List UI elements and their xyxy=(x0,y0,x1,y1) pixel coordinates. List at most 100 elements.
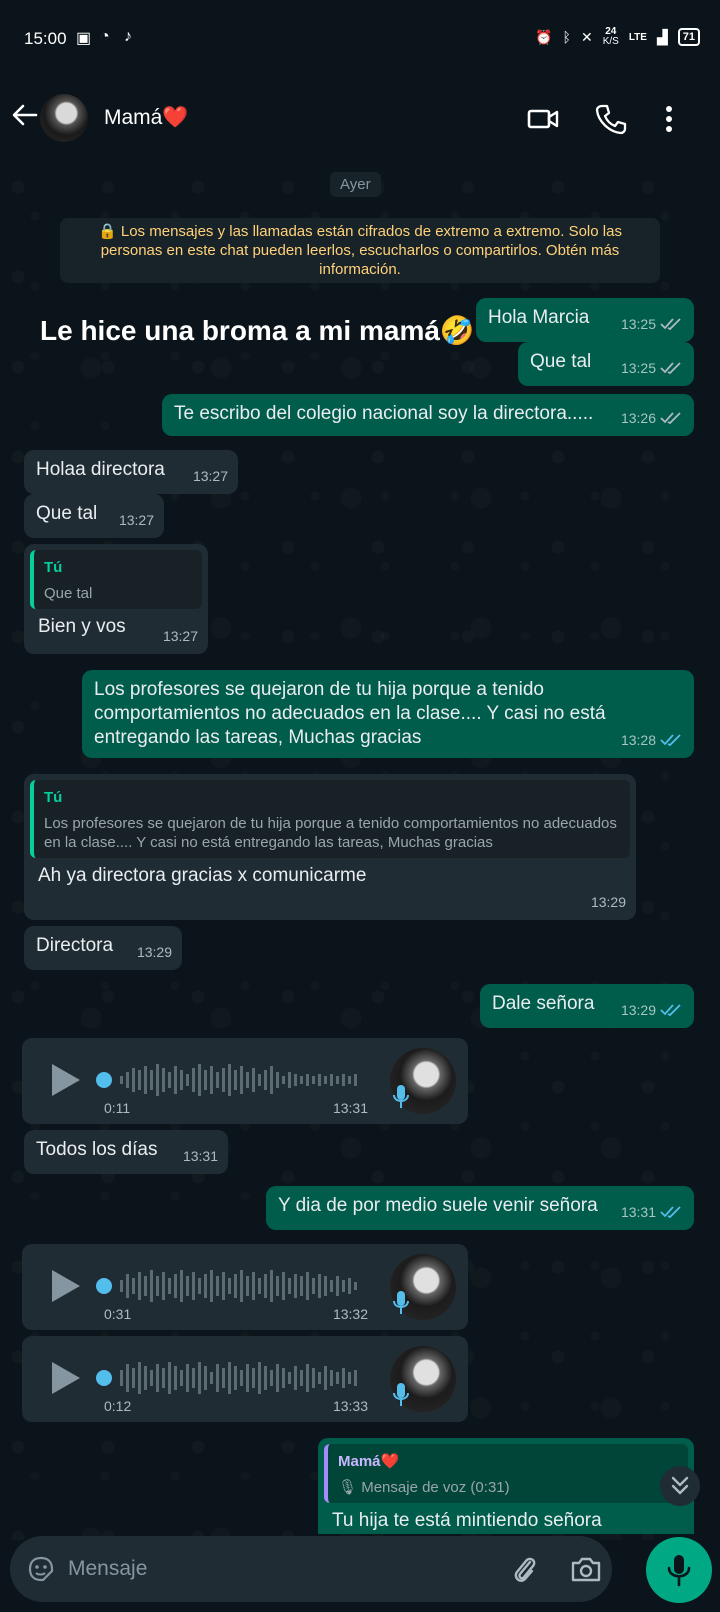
overlay-caption: Le hice una broma a mi mamá🤣 xyxy=(40,315,475,346)
message-composer: Mensaje xyxy=(10,1536,612,1602)
attach-icon[interactable] xyxy=(510,1554,540,1586)
status-time: 15:00 xyxy=(24,29,67,48)
read-ticks-icon xyxy=(660,318,681,331)
message-time: 13:33 xyxy=(332,1398,368,1414)
more-options-icon[interactable] xyxy=(652,102,686,136)
mute-icon: ✕ xyxy=(580,28,593,45)
quote-author: Tú xyxy=(44,559,63,576)
read-ticks-icon xyxy=(660,734,681,747)
video-call-icon[interactable] xyxy=(526,102,560,136)
sticker-icon[interactable] xyxy=(26,1554,56,1584)
voice-call-icon[interactable] xyxy=(594,102,628,136)
tiktok-notification-icon: ♪ xyxy=(124,28,132,45)
message-text: Bien y vos xyxy=(38,616,126,637)
message-time: 13:31 xyxy=(182,1148,218,1164)
message-incoming-reply[interactable]: Tú Los profesores se quejaron de tu hija… xyxy=(24,774,636,920)
chevrons-down-icon xyxy=(671,1476,689,1495)
read-ticks-icon xyxy=(660,412,681,425)
playback-position-handle[interactable] xyxy=(96,1072,112,1088)
quoted-message[interactable]: Mamá❤️ 🎙 Mensaje de voz (0:31) xyxy=(324,1444,688,1503)
whatsapp-notification-icon: ◔ xyxy=(100,28,110,45)
waveform[interactable] xyxy=(116,1358,364,1398)
date-chip: Ayer xyxy=(330,172,381,197)
message-incoming[interactable]: Holaa directora 13:27 xyxy=(24,450,238,494)
message-input[interactable]: Mensaje xyxy=(68,1557,147,1581)
quote-text: 🎙 Mensaje de voz (0:31) xyxy=(338,1479,510,1496)
message-time: 13:25 xyxy=(620,360,656,376)
message-text: Todos los días xyxy=(36,1139,158,1160)
waveform[interactable] xyxy=(116,1266,364,1306)
battery-icon: 71 xyxy=(677,28,700,46)
status-bar: 15:00 ▣ ◔ ♪ ⏰ ᛒ ✕ 24 K/S LTE ▟ 71 xyxy=(0,0,720,80)
bluetooth-icon: ᛒ xyxy=(562,29,571,45)
message-text: Tu hija te está mintiendo señora xyxy=(332,1510,602,1531)
message-outgoing[interactable]: Que tal 13:25 xyxy=(518,342,694,386)
chat-header: Mamá❤️ xyxy=(0,80,720,158)
message-outgoing[interactable]: Los profesores se quejaron de tu hija po… xyxy=(82,670,694,758)
playback-position-handle[interactable] xyxy=(96,1370,112,1386)
message-text: Te escribo del colegio nacional soy la d… xyxy=(174,403,594,424)
quoted-message[interactable]: Tú Que tal xyxy=(30,550,202,609)
quote-author: Tú xyxy=(44,789,63,806)
message-incoming[interactable]: Directora 13:29 xyxy=(24,926,182,970)
message-time: 13:31 xyxy=(620,1204,656,1220)
read-ticks-icon xyxy=(660,362,681,375)
voice-message[interactable]: 0:12 13:33 xyxy=(22,1336,468,1422)
alarm-icon: ⏰ xyxy=(535,28,553,45)
contact-avatar[interactable] xyxy=(40,94,88,142)
back-arrow-icon[interactable] xyxy=(10,100,40,130)
read-ticks-icon xyxy=(660,1206,681,1219)
message-text: Y dia de por medio suele venir señora xyxy=(278,1195,598,1216)
voice-message[interactable]: 0:11 13:31 xyxy=(22,1038,468,1124)
message-time: 13:29 xyxy=(590,894,626,910)
message-time: 13:29 xyxy=(136,944,172,960)
message-outgoing[interactable]: Y dia de por medio suele venir señora 13… xyxy=(266,1186,694,1230)
message-incoming[interactable]: Todos los días 13:31 xyxy=(24,1130,228,1174)
message-time: 13:26 xyxy=(620,410,656,426)
message-time: 13:27 xyxy=(118,512,154,528)
message-text: Ah ya directora gracias x comunicarme xyxy=(38,865,367,886)
status-right: ⏰ ᛒ ✕ 24 K/S LTE ▟ 71 xyxy=(535,27,700,47)
message-incoming[interactable]: Que tal 13:27 xyxy=(24,494,164,538)
mic-icon xyxy=(393,1291,409,1314)
message-text: Los profesores se quejaron de tu hija po… xyxy=(94,679,606,748)
voice-message[interactable]: 0:31 13:32 xyxy=(22,1244,468,1330)
message-outgoing[interactable]: Dale señora 13:29 xyxy=(480,984,694,1028)
message-outgoing-reply[interactable]: Mamá❤️ 🎙 Mensaje de voz (0:31) Tu hija t… xyxy=(318,1438,694,1534)
play-icon[interactable] xyxy=(52,1362,80,1394)
scroll-to-bottom-button[interactable] xyxy=(660,1466,700,1506)
message-incoming-reply[interactable]: Tú Que tal Bien y vos 13:27 xyxy=(24,544,208,654)
playback-position-handle[interactable] xyxy=(96,1278,112,1294)
notification-icon: ▣ xyxy=(76,30,92,47)
mic-icon xyxy=(667,1555,691,1587)
voice-duration: 0:31 xyxy=(104,1306,132,1322)
voice-record-button[interactable] xyxy=(646,1537,712,1603)
message-time: 13:29 xyxy=(620,1002,656,1018)
message-time: 13:27 xyxy=(162,628,198,644)
message-text: Hola Marcia xyxy=(488,307,590,328)
voice-duration: 0:12 xyxy=(104,1398,132,1414)
message-text: Que tal xyxy=(530,351,592,372)
camera-icon[interactable] xyxy=(570,1554,602,1584)
encryption-notice[interactable]: 🔒 Los mensajes y las llamadas están cifr… xyxy=(60,218,660,283)
message-outgoing[interactable]: Te escribo del colegio nacional soy la d… xyxy=(162,394,694,436)
message-text: Dale señora xyxy=(492,993,595,1014)
contact-name[interactable]: Mamá❤️ xyxy=(104,106,189,130)
message-outgoing[interactable]: Hola Marcia 13:25 xyxy=(476,298,694,342)
message-time: 13:27 xyxy=(192,468,228,484)
signal-icon: ▟ xyxy=(656,28,668,45)
network-type: LTE xyxy=(628,31,647,43)
quote-author: Mamá❤️ xyxy=(338,1453,400,1470)
message-time: 13:32 xyxy=(332,1306,368,1322)
quoted-message[interactable]: Tú Los profesores se quejaron de tu hija… xyxy=(30,780,630,858)
message-text: Directora xyxy=(36,935,114,956)
waveform[interactable] xyxy=(116,1060,364,1100)
message-text: Holaa directora xyxy=(36,459,165,480)
voice-duration: 0:11 xyxy=(104,1100,131,1116)
quote-text: Los profesores se quejaron de tu hija po… xyxy=(44,815,617,851)
quote-text: Que tal xyxy=(44,585,93,602)
play-icon[interactable] xyxy=(52,1064,80,1096)
network-speed: 24 K/S xyxy=(602,26,619,47)
message-time: 13:25 xyxy=(620,316,656,332)
play-icon[interactable] xyxy=(52,1270,80,1302)
